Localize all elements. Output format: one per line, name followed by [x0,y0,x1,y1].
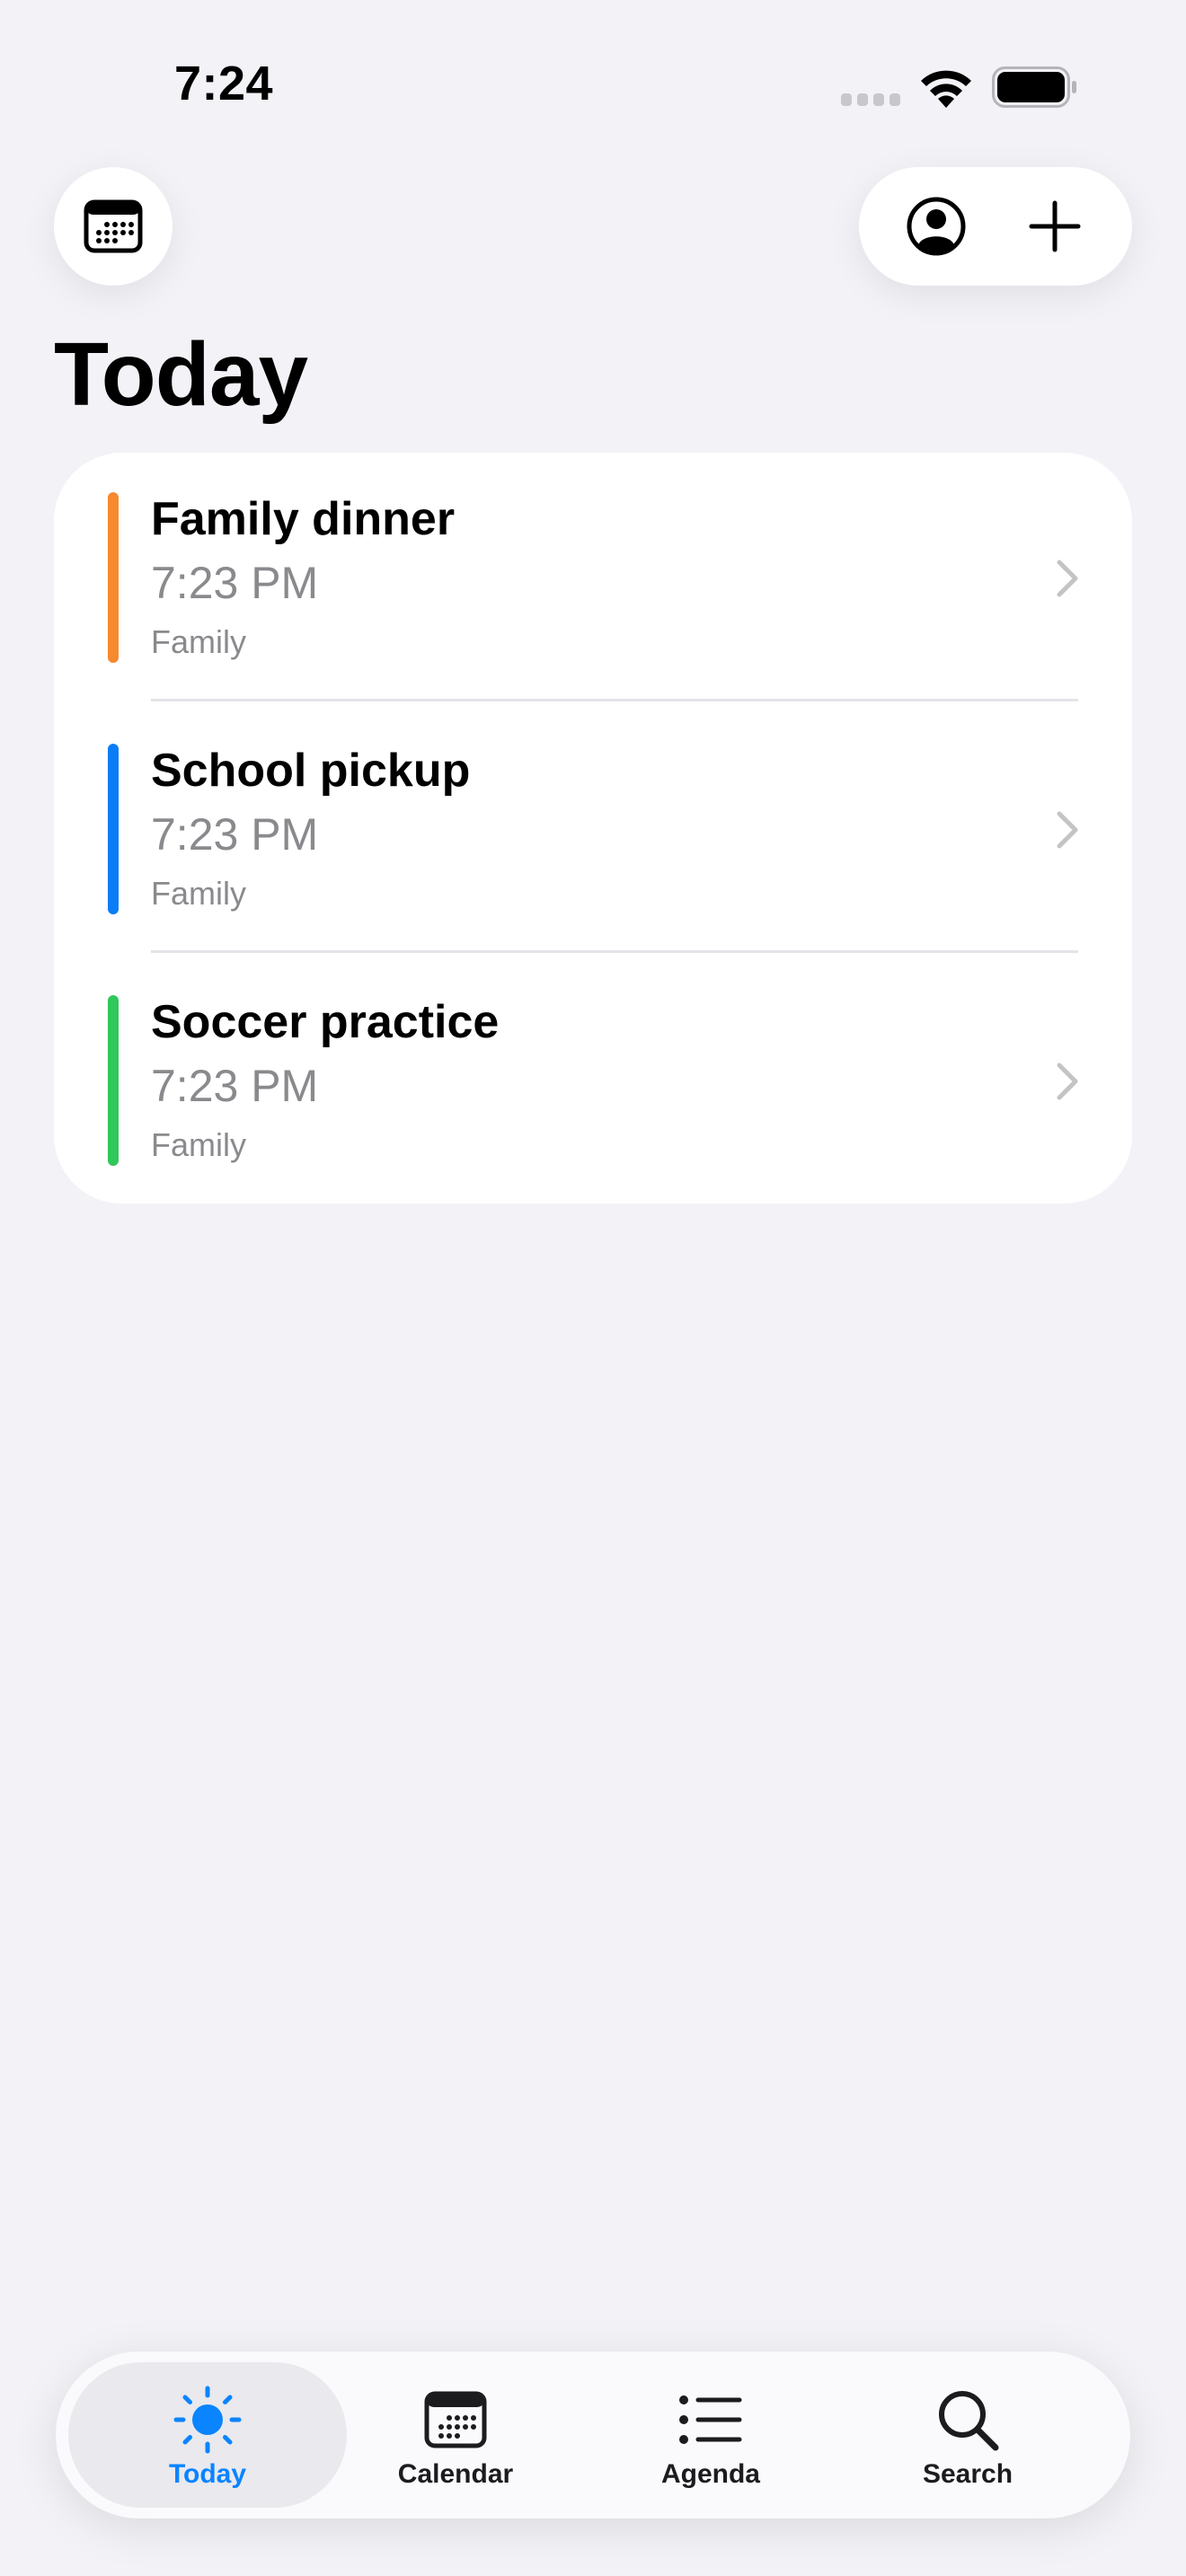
chevron-right-icon [1057,560,1078,597]
tab-bar: Today Calendar Agenda Search [56,2351,1130,2519]
plus-icon [1029,200,1081,252]
person-circle-icon [907,197,966,256]
battery-icon [992,66,1076,108]
event-time: 7:23 PM [151,558,319,608]
event-calendar: Family [151,623,246,660]
calendar-icon [84,199,143,253]
search-icon [934,2386,1002,2454]
event-calendar: Family [151,875,246,912]
divider [151,950,1078,953]
list-icon [677,2386,745,2454]
page-title: Today [54,324,308,425]
events-list: Family dinner 7:23 PM Family School pick… [54,453,1132,1204]
top-actions [859,167,1132,286]
tab-label: Agenda [660,2459,760,2489]
event-title: Soccer practice [151,996,500,1048]
calendar-icon [421,2386,490,2454]
chevron-right-icon [1057,811,1078,849]
event-row-school-pickup[interactable]: School pickup 7:23 PM Family [54,703,1132,954]
tab-search[interactable]: Search [846,2362,1089,2508]
tab-label: Calendar [397,2459,514,2489]
tab-label: Today [168,2459,247,2489]
event-time: 7:23 PM [151,809,319,860]
wifi-icon [921,70,971,108]
event-title: Family dinner [151,493,456,545]
status-time: 7:24 [174,57,274,110]
event-time: 7:23 PM [151,1061,319,1111]
tab-agenda[interactable]: Agenda [589,2362,832,2508]
tab-calendar[interactable]: Calendar [334,2362,577,2508]
cellular-signal-icon [841,93,900,106]
calendar-color-bar [108,744,119,914]
tab-today[interactable]: Today [68,2362,347,2508]
sun-icon [173,2386,242,2454]
add-event-button[interactable] [1005,177,1104,276]
calendar-color-bar [108,492,119,663]
today-screen: 7:24 Today Family dinner 7:23 PM Family … [0,0,1186,2576]
tab-label: Search [922,2459,1013,2489]
chevron-right-icon [1057,1063,1078,1100]
divider [151,699,1078,701]
calendar-color-bar [108,995,119,1166]
event-title: School pickup [151,745,471,797]
event-row-family-dinner[interactable]: Family dinner 7:23 PM Family [54,453,1132,703]
calendars-button[interactable] [54,167,173,286]
event-row-soccer-practice[interactable]: Soccer practice 7:23 PM Family [54,954,1132,1204]
event-calendar: Family [151,1126,246,1163]
profile-button[interactable] [887,177,986,276]
